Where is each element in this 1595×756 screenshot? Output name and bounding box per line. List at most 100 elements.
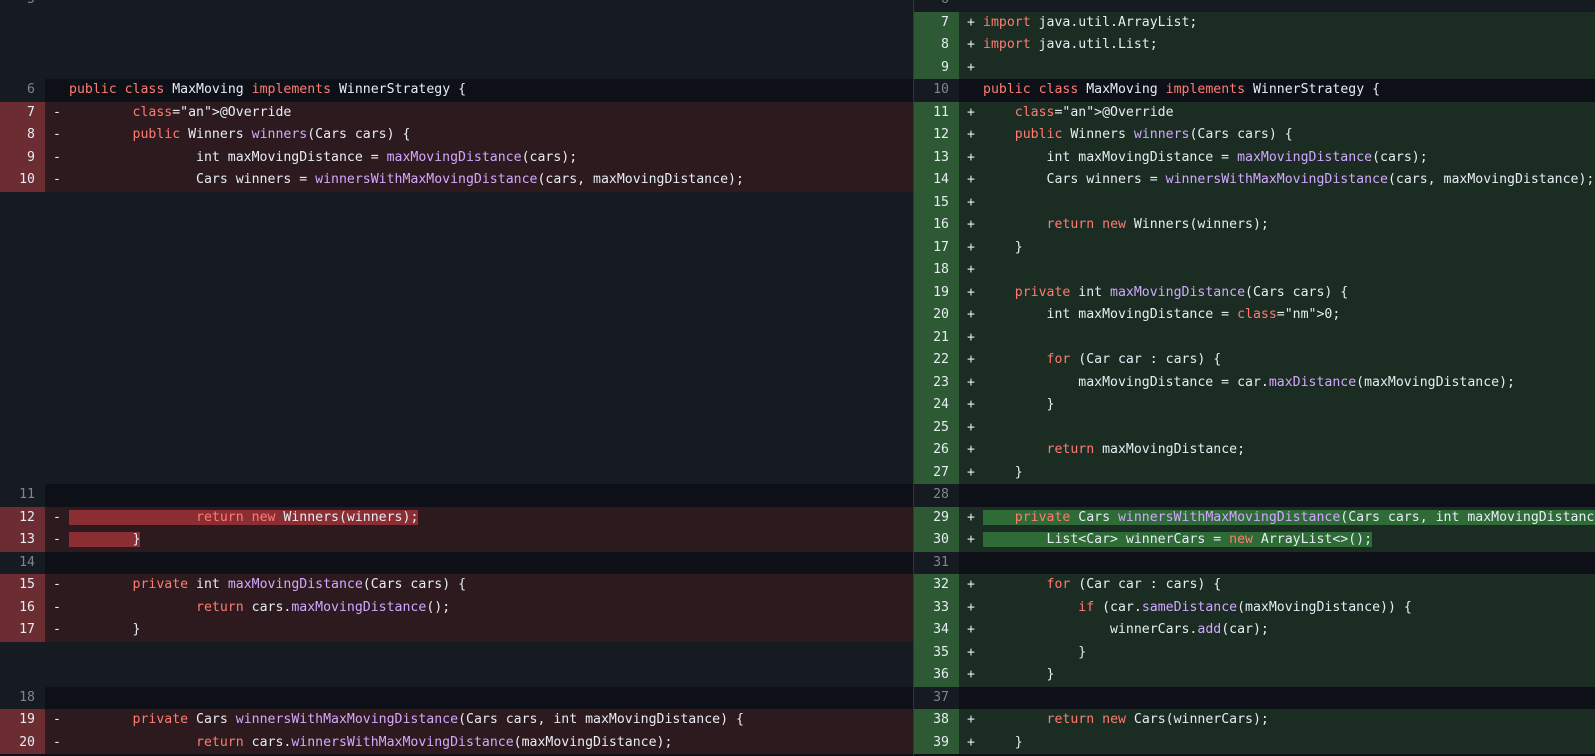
diff-sign: + — [967, 509, 975, 525]
line-number[interactable]: 27 — [914, 461, 959, 484]
line-number[interactable]: 12 — [0, 506, 45, 529]
line-number[interactable] — [0, 56, 45, 79]
line-number[interactable] — [0, 439, 45, 462]
line-number[interactable]: 39 — [914, 731, 959, 754]
line-number[interactable] — [0, 236, 45, 259]
line-number[interactable]: 19 — [914, 281, 959, 304]
deleted-line: 17- } — [0, 619, 913, 642]
line-number[interactable]: 15 — [914, 191, 959, 214]
line-number[interactable]: 9 — [0, 146, 45, 169]
line-number[interactable] — [0, 281, 45, 304]
line-number[interactable]: 34 — [914, 619, 959, 642]
line-number[interactable]: 6 — [0, 79, 45, 102]
line-number[interactable]: 17 — [914, 236, 959, 259]
added-line: 38 + return new Cars(winnerCars); — [914, 709, 1595, 732]
added-line: 7 + import java.util.ArrayList; — [914, 11, 1595, 34]
diff-sign: + — [967, 217, 975, 232]
line-number[interactable] — [0, 394, 45, 417]
line-number[interactable]: 35 — [914, 641, 959, 664]
line-number[interactable]: 32 — [914, 574, 959, 597]
diff-sign — [45, 349, 69, 372]
line-number[interactable]: 11 — [0, 484, 45, 507]
line-number[interactable]: 17 — [0, 619, 45, 642]
line-number[interactable] — [0, 304, 45, 327]
code-text: return cars.maxMovingDistance(); — [196, 599, 451, 615]
line-number[interactable]: 37 — [914, 686, 959, 709]
line-number[interactable]: 23 — [914, 371, 959, 394]
deleted-line: 13- } — [0, 529, 913, 552]
line-number[interactable]: 10 — [914, 79, 959, 102]
line-number[interactable]: 13 — [914, 146, 959, 169]
line-number[interactable]: 19 — [0, 709, 45, 732]
code-text: public Winners winners(Cars cars) { — [132, 127, 411, 142]
empty-line — [0, 191, 913, 214]
line-number[interactable]: 8 — [914, 34, 959, 57]
diff-sign — [45, 687, 69, 710]
line-number[interactable] — [0, 326, 45, 349]
line-number[interactable]: 10 — [0, 169, 45, 192]
line-number[interactable] — [0, 259, 45, 282]
line-number[interactable]: 28 — [914, 484, 959, 507]
diff-sign — [45, 417, 69, 440]
line-number[interactable]: 14 — [914, 169, 959, 192]
context-line: 37 — [914, 686, 1595, 709]
line-number[interactable]: 16 — [914, 214, 959, 237]
line-number[interactable]: 33 — [914, 596, 959, 619]
code-text: return new Winners(winners); — [1046, 217, 1269, 232]
line-number[interactable]: 12 — [914, 124, 959, 147]
code-text: } — [69, 532, 141, 547]
added-line: 17 + } — [914, 236, 1595, 259]
diff-sign: + — [967, 307, 975, 322]
line-number[interactable]: 24 — [914, 394, 959, 417]
line-number[interactable]: 26 — [914, 439, 959, 462]
line-number[interactable] — [0, 416, 45, 439]
line-number[interactable]: 30 — [914, 529, 959, 552]
diff-sign: - — [53, 532, 61, 547]
line-number[interactable] — [0, 641, 45, 664]
line-number[interactable] — [0, 461, 45, 484]
line-number[interactable]: 25 — [914, 416, 959, 439]
line-number[interactable]: 38 — [914, 709, 959, 732]
code-text: winnerCars.add(car); — [983, 622, 1269, 637]
code-text: import java.util.ArrayList; — [983, 14, 1198, 30]
line-number[interactable]: 36 — [914, 664, 959, 687]
line-number[interactable]: 21 — [914, 326, 959, 349]
line-number[interactable] — [0, 11, 45, 34]
line-number[interactable]: 20 — [0, 731, 45, 754]
line-number[interactable] — [0, 349, 45, 372]
diff-sign: + — [967, 37, 975, 52]
diff-sign — [45, 552, 69, 575]
empty-line — [0, 281, 913, 304]
line-number[interactable]: 31 — [914, 551, 959, 574]
line-number[interactable]: 8 — [0, 124, 45, 147]
line-number[interactable] — [0, 371, 45, 394]
line-number[interactable]: 7 — [0, 101, 45, 124]
line-number[interactable]: 6 — [914, 0, 959, 12]
line-number[interactable] — [0, 191, 45, 214]
line-number[interactable]: 29 — [914, 506, 959, 529]
line-number[interactable]: 22 — [914, 349, 959, 372]
line-number[interactable]: 9 — [914, 56, 959, 79]
diff-sign — [45, 664, 69, 687]
diff-sign — [45, 214, 69, 237]
line-number[interactable]: 18 — [914, 259, 959, 282]
line-number[interactable] — [0, 664, 45, 687]
line-number[interactable]: 16 — [0, 596, 45, 619]
line-number[interactable]: 13 — [0, 529, 45, 552]
line-number[interactable]: 7 — [914, 11, 959, 34]
line-number[interactable]: 5 — [0, 0, 45, 12]
line-number[interactable]: 20 — [914, 304, 959, 327]
line-number[interactable] — [0, 214, 45, 237]
code-text: private int maxMovingDistance(Cars cars)… — [132, 577, 467, 592]
diff-left-pane: 5 6 public class MaxMoving implements Winn… — [0, 0, 913, 756]
line-number[interactable] — [0, 34, 45, 57]
diff-sign: + — [967, 644, 975, 660]
line-number[interactable]: 11 — [914, 101, 959, 124]
line-number[interactable]: 18 — [0, 686, 45, 709]
line-number[interactable]: 15 — [0, 574, 45, 597]
line-number[interactable]: 14 — [0, 551, 45, 574]
added-line: 9 + — [914, 56, 1595, 79]
